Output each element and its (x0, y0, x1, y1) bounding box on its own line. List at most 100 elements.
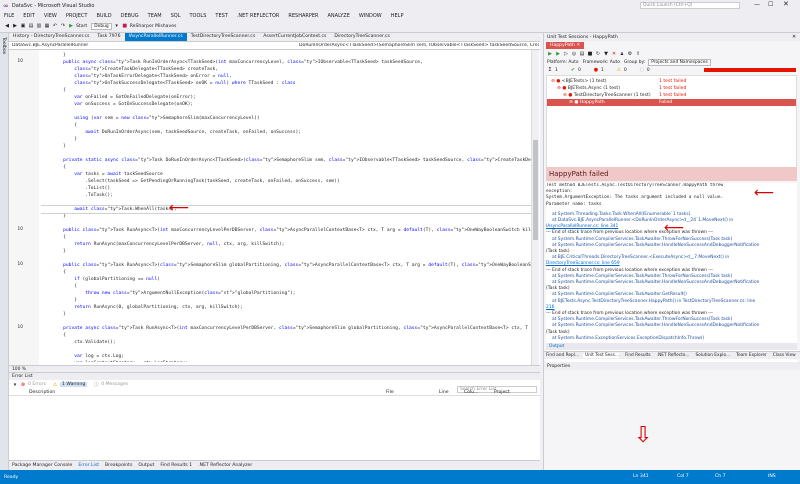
chevron-down-icon[interactable]: ▾ (114, 23, 120, 29)
test-tree-item[interactable]: ⊖ ● HappyPath Failed (547, 99, 796, 106)
resharper-label[interactable]: ReSharper Mishaves (130, 24, 177, 29)
code-line[interactable]: var logContextStrategy = ctx.LogStrategy… (41, 360, 538, 362)
menu-file[interactable]: FILE (4, 13, 14, 19)
run-all-icon[interactable]: ▶ (555, 51, 561, 57)
code-line[interactable]: .ToList() (41, 185, 538, 192)
menu-edit[interactable]: EDIT (23, 13, 35, 19)
code-line[interactable]: ctx.Validate(); (41, 339, 538, 346)
code-line[interactable] (41, 346, 538, 353)
quick-launch-input[interactable]: Quick Launch (Ctrl+Q) (640, 2, 740, 9)
code-line[interactable]: if (globalPartitioning == null) (41, 276, 538, 283)
error-column-header[interactable]: Line (439, 390, 449, 395)
code-line[interactable]: { (41, 87, 538, 94)
maximize-icon[interactable]: ☐ (768, 1, 773, 8)
bottom-tab[interactable]: Package Manager Console (12, 463, 72, 468)
bottom-tab[interactable]: Find Results 1 (160, 463, 192, 468)
code-line[interactable]: await DoRunInOrderAsync(sem, taskSeedSou… (41, 129, 538, 136)
code-line[interactable]: var tasks = await taskSeedSource (41, 171, 538, 178)
doc-tab[interactable]: Task 7976 (93, 33, 124, 41)
ref-count-marker[interactable]: 10 (9, 325, 23, 330)
redo-icon[interactable]: ↷ (60, 23, 66, 29)
code-line[interactable] (41, 255, 538, 262)
type-dropdown[interactable]: DataSvc.BJE.AsyncParallelRunner (9, 43, 149, 48)
bottom-tab[interactable]: Output (138, 463, 154, 468)
profile-icon[interactable]: ◎ (571, 51, 577, 57)
menu-debug[interactable]: DEBUG (121, 13, 139, 19)
stop-icon[interactable]: ■ (587, 51, 593, 57)
back-icon[interactable]: ◀ (4, 23, 10, 29)
code-line[interactable]: { (41, 234, 538, 241)
code-line[interactable]: { (41, 283, 538, 290)
start-button[interactable]: Start (76, 24, 87, 29)
code-line[interactable] (41, 150, 538, 157)
menu-window[interactable]: WINDOW (359, 13, 382, 19)
code-line[interactable]: throw new class="ty">ArgumentNullExcepti… (41, 290, 538, 297)
forward-icon[interactable]: ▶ (12, 23, 18, 29)
test-tree-item[interactable]: ⊖ ● TestDirectoryTreeScanner (1 test) 1 t… (547, 92, 796, 99)
lock-icon[interactable]: 🔒︎ (619, 51, 625, 57)
code-line[interactable]: class="ty">OnTaskErrorDelegate<TTaskSeed… (41, 73, 538, 80)
code-editor[interactable]: 10 10 10 10 } public async class="ty">Task … (9, 50, 540, 365)
doc-tab[interactable]: AssertCurrentJobContext.cs (259, 33, 330, 41)
error-column-header[interactable]: File (386, 390, 394, 395)
filter-tests-icon[interactable]: ▼ (603, 51, 609, 57)
stack-trace[interactable]: Test method BJETests.Async.TestDirectory… (546, 183, 797, 363)
code-line[interactable]: private static async class="ty">Task DoR… (41, 157, 538, 164)
toolbox-tab[interactable]: Toolbox (0, 33, 6, 54)
code-line[interactable]: public class="ty">Task RunAsync<T>(int m… (41, 227, 538, 234)
errors-filter[interactable]: 0 Errors (28, 382, 46, 387)
doc-tab[interactable]: DirectoryTreeScanner.cs (330, 33, 394, 41)
code-line[interactable] (41, 199, 538, 206)
right-dock-tab[interactable]: Unit Test Sess... (583, 353, 619, 358)
scrollbar-thumb[interactable] (533, 140, 538, 240)
code-line[interactable]: public async class="ty">Task RunInOrderA… (41, 59, 538, 66)
code-line[interactable]: public class="ty">Task RunAsync<T>(class… (41, 262, 538, 269)
doc-tab[interactable]: History - DirectoryTreeScanner.cs (9, 33, 93, 41)
save-icon[interactable]: ▥ (36, 23, 42, 29)
debug-icon[interactable]: ▷ (563, 51, 569, 57)
code-line[interactable]: } (41, 213, 538, 220)
export-icon[interactable]: ⇪ (635, 51, 641, 57)
right-dock-tab[interactable]: Team Explorer (734, 353, 767, 358)
code-line[interactable]: var log = ctx.Log; (41, 353, 538, 360)
code-line[interactable]: { (41, 122, 538, 129)
menu-team[interactable]: TEAM (148, 13, 162, 19)
open-icon[interactable]: ▤ (28, 23, 34, 29)
group-by-select[interactable]: Projects and Namespaces (648, 58, 711, 66)
minimize-icon[interactable]: — (754, 1, 760, 8)
new-project-icon[interactable]: ▣ (20, 23, 26, 29)
doc-tab[interactable]: TestDirectoryTreeScanner.cs (187, 33, 260, 41)
code-line[interactable]: } (41, 136, 538, 143)
framework-select[interactable]: Framework: Auto (583, 60, 620, 65)
ref-count-marker[interactable]: 10 (9, 227, 23, 232)
code-line[interactable]: { (41, 332, 538, 339)
save-all-icon[interactable]: ▦ (44, 23, 50, 29)
code-line[interactable]: { (41, 164, 538, 171)
menu-project[interactable]: PROJECT (66, 13, 88, 19)
menu-tools[interactable]: TOOLS (190, 13, 207, 19)
right-dock-tab[interactable]: Solution Explo... (693, 353, 730, 358)
code-line[interactable]: } (41, 248, 538, 255)
code-line[interactable] (41, 108, 538, 115)
error-column-header[interactable]: Description (29, 390, 55, 395)
doc-tab[interactable]: IAsyncParallelRunner.cs (124, 33, 187, 41)
filter-icon[interactable]: ▾ (12, 382, 18, 388)
code-line[interactable]: } (41, 311, 538, 318)
code-line[interactable]: return RunAsync(maxConcurrencyLevelPerDB… (41, 241, 538, 248)
panel-close-icon[interactable]: ✕ (792, 34, 796, 40)
code-line[interactable]: .Select(taskSeed => GetPendingOrRunningT… (41, 178, 538, 185)
code-line[interactable]: } (41, 297, 538, 304)
code-line[interactable]: .ToTask(); (41, 192, 538, 199)
bottom-tab[interactable]: .NET Reflector Analyzer (198, 463, 252, 468)
output-tab[interactable]: Output (546, 344, 564, 349)
test-tree-item[interactable]: ⊖ ● BJETests.Async (1 test) 1 test failed (547, 85, 796, 92)
code-line[interactable]: class="ty">OnTaskSuccessDelegate<TTaskSe… (41, 80, 538, 87)
code-line[interactable]: await class="ty">Task.WhenAll(tasks); (41, 205, 538, 214)
menu--net-reflector[interactable]: .NET REFLECTOR (237, 13, 280, 19)
menu-view[interactable]: VIEW (44, 13, 57, 19)
code-area[interactable]: } public async class="ty">Task RunInOrde… (41, 52, 538, 362)
code-line[interactable]: class="ty">CreateTaskDelegate<TTaskSeed>… (41, 66, 538, 73)
menu-build[interactable]: BUILD (96, 13, 111, 19)
bottom-tab[interactable]: Error List (78, 463, 99, 468)
menu-resharper[interactable]: RESHARPER (288, 13, 318, 19)
